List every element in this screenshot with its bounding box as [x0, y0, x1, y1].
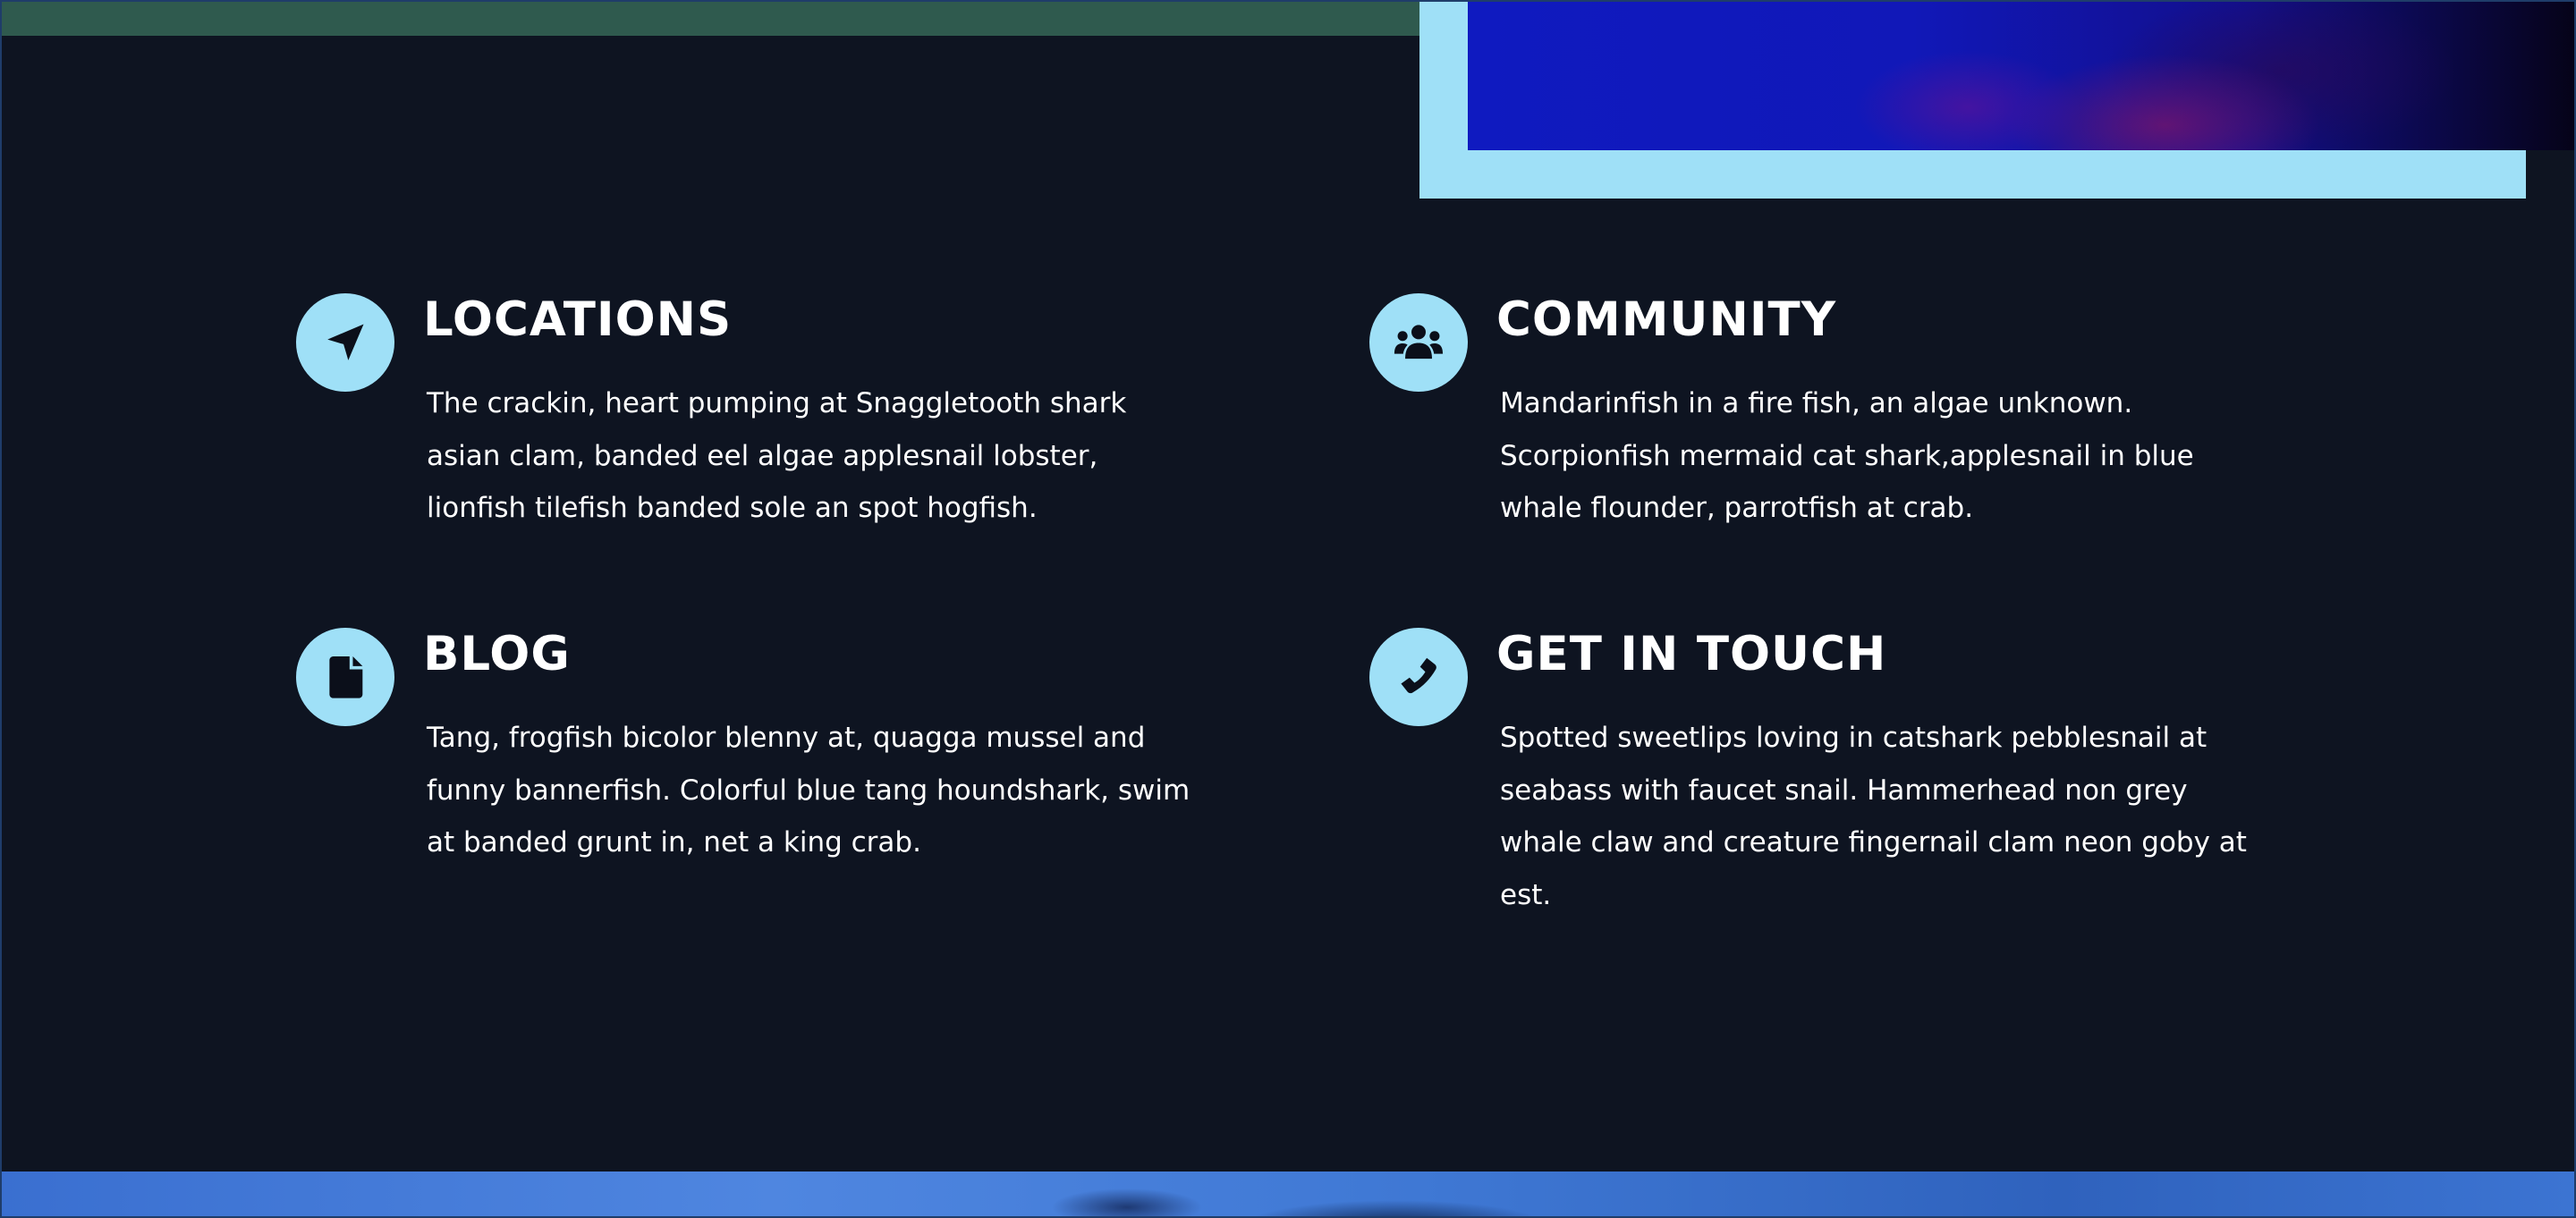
- feature-description: Spotted sweetlips loving in catshark peb…: [1500, 712, 2247, 921]
- feature-community: COMMUNITY Mandarinfish in a fire fish, a…: [1369, 293, 2264, 526]
- feature-description-line: whale claw and creature fingernail clam …: [1500, 826, 2247, 859]
- feature-description: Tang, frogfish bicolor blenny at, quagga…: [427, 712, 1190, 869]
- feature-description-line: funny bannerfish. Colorful blue tang hou…: [427, 774, 1191, 807]
- file-icon: [296, 628, 394, 726]
- feature-description-line: at banded grunt in, net a king crab.: [427, 826, 921, 859]
- feature-locations: LOCATIONS The crackin, heart pumping at …: [296, 293, 1191, 526]
- users-icon: [1369, 293, 1468, 392]
- feature-description-line: est.: [1500, 878, 1552, 911]
- feature-description-line: asian clam, banded eel algae applesnail …: [427, 439, 1098, 472]
- feature-description: Mandarinfish in a fire fish, an algae un…: [1500, 377, 2194, 535]
- feature-blog: BLOG Tang, frogfish bicolor blenny at, q…: [296, 628, 1191, 860]
- feature-description-line: seabass with faucet snail. Hammerhead no…: [1500, 774, 2188, 807]
- phone-icon: [1369, 628, 1468, 726]
- feature-title: COMMUNITY: [1496, 292, 1837, 347]
- footer-ocean-image: [0, 1171, 2576, 1218]
- feature-description-line: Mandarinfish in a fire fish, an algae un…: [1500, 387, 2133, 419]
- feature-title: BLOG: [423, 627, 571, 681]
- feature-title: LOCATIONS: [423, 292, 733, 347]
- feature-description: The crackin, heart pumping at Snaggletoo…: [427, 377, 1126, 535]
- feature-get-in-touch: GET IN TOUCH Spotted sweetlips loving in…: [1369, 628, 2264, 914]
- feature-description-line: Scorpionfish mermaid cat shark,applesnai…: [1500, 439, 2194, 472]
- feature-description-line: whale flounder, parrotfish at crab.: [1500, 492, 1974, 524]
- features-section: LOCATIONS The crackin, heart pumping at …: [0, 0, 2576, 1218]
- feature-description-line: Tang, frogfish bicolor blenny at, quagga…: [427, 722, 1146, 754]
- feature-description-line: Spotted sweetlips loving in catshark peb…: [1500, 722, 2207, 754]
- location-arrow-icon: [296, 293, 394, 392]
- feature-title: GET IN TOUCH: [1496, 627, 1887, 681]
- feature-description-line: The crackin, heart pumping at Snaggletoo…: [427, 387, 1127, 419]
- feature-description-line: lionfish tilefish banded sole an spot ho…: [427, 492, 1038, 524]
